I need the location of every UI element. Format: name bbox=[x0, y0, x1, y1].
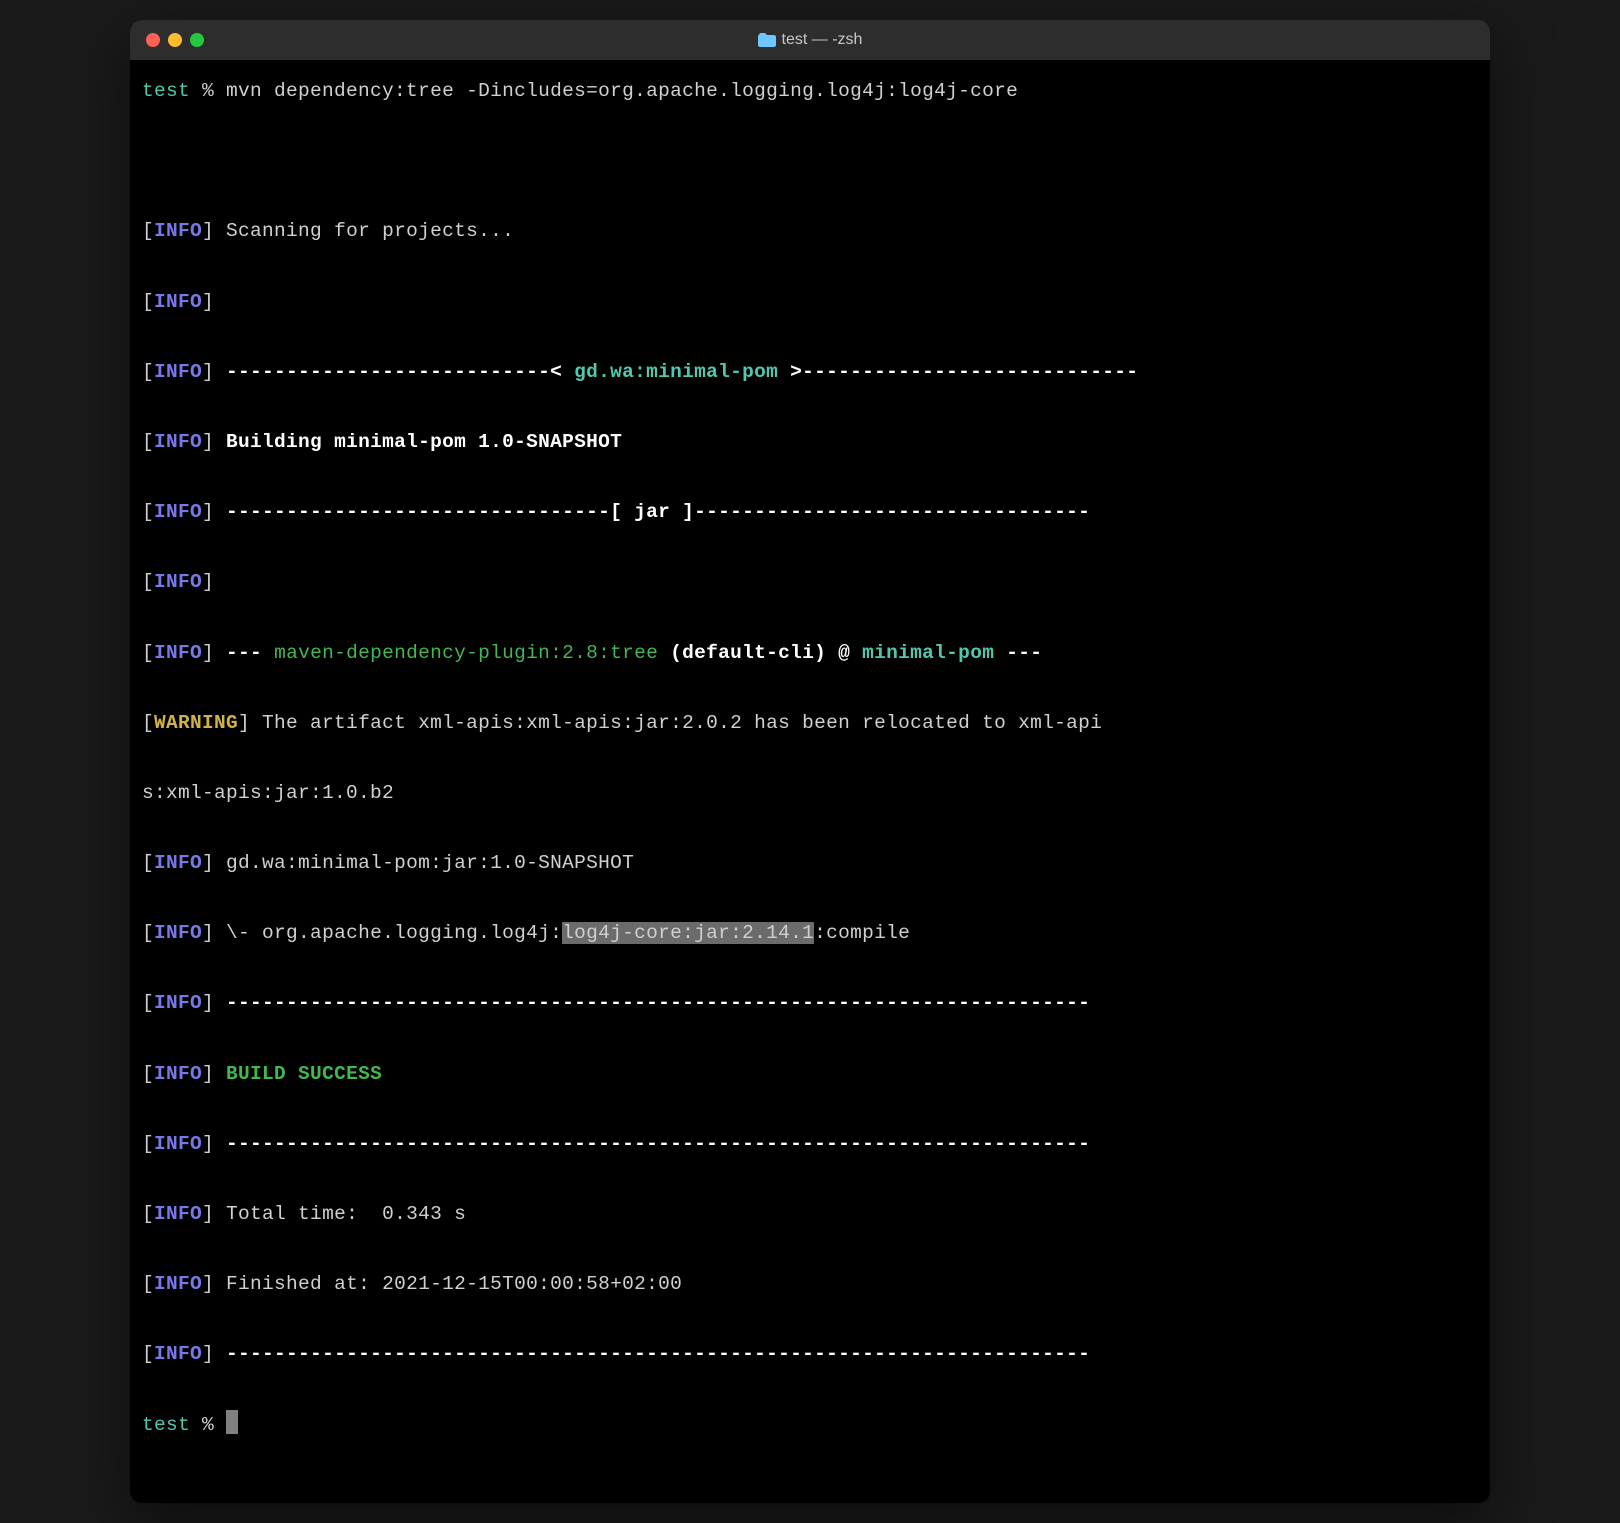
info-line: [INFO] ---------------------------------… bbox=[142, 1337, 1478, 1372]
plugin-pre: --- bbox=[214, 642, 274, 664]
info-line: [INFO] Scanning for projects... bbox=[142, 214, 1478, 249]
jar-line: --------------------------------[ jar ]-… bbox=[214, 501, 1090, 523]
info-tag: INFO bbox=[154, 1343, 202, 1365]
folder-icon bbox=[758, 33, 776, 47]
traffic-lights bbox=[146, 33, 204, 47]
artifact-text: gd.wa:minimal-pom:jar:1.0-SNAPSHOT bbox=[214, 852, 634, 874]
plugin-post: --- bbox=[994, 642, 1042, 664]
info-tag: INFO bbox=[154, 1273, 202, 1295]
info-line: [INFO] ---------------------------< gd.w… bbox=[142, 355, 1478, 390]
minimize-button[interactable] bbox=[168, 33, 182, 47]
plugin-project: minimal-pom bbox=[862, 642, 994, 664]
prompt-marker: % bbox=[190, 1414, 226, 1436]
prompt-dir: test bbox=[142, 80, 190, 102]
info-line: [INFO] BUILD SUCCESS bbox=[142, 1057, 1478, 1092]
dashes: ----------------------------------------… bbox=[214, 1133, 1090, 1155]
warning-text: The artifact xml-apis:xml-apis:jar:2.0.2… bbox=[250, 712, 1102, 734]
total-time: Total time: 0.343 s bbox=[214, 1203, 466, 1225]
warning-cont-text: s:xml-apis:jar:1.0.b2 bbox=[142, 782, 394, 804]
building-text: Building minimal-pom 1.0-SNAPSHOT bbox=[214, 431, 622, 453]
info-tag: INFO bbox=[154, 361, 202, 383]
info-tag: INFO bbox=[154, 1203, 202, 1225]
terminal-window: test — -zsh test % mvn dependency:tree -… bbox=[130, 20, 1490, 1503]
prompt-dir: test bbox=[142, 1414, 190, 1436]
dep-highlighted: log4j-core:jar:2.14.1 bbox=[562, 922, 814, 944]
info-line: [INFO] ---------------------------------… bbox=[142, 986, 1478, 1021]
build-success: BUILD SUCCESS bbox=[214, 1063, 382, 1085]
info-tag: INFO bbox=[154, 431, 202, 453]
warning-line: [WARNING] The artifact xml-apis:xml-apis… bbox=[142, 706, 1478, 741]
command-text: mvn dependency:tree -Dincludes=org.apach… bbox=[226, 80, 1018, 102]
info-line: [INFO] --- maven-dependency-plugin:2.8:t… bbox=[142, 636, 1478, 671]
project-coords: gd.wa:minimal-pom bbox=[574, 361, 778, 383]
blank-line bbox=[142, 144, 1478, 179]
scanning-text: Scanning for projects... bbox=[214, 220, 514, 242]
info-tag: INFO bbox=[154, 1133, 202, 1155]
prompt-marker: % bbox=[190, 80, 226, 102]
info-tag: INFO bbox=[154, 642, 202, 664]
plugin-at: @ bbox=[826, 642, 862, 664]
info-line: [INFO] Total time: 0.343 s bbox=[142, 1197, 1478, 1232]
info-tag: INFO bbox=[154, 852, 202, 874]
dep-post: :compile bbox=[814, 922, 910, 944]
warning-tag: WARNING bbox=[154, 712, 238, 734]
info-line: [INFO] ---------------------------------… bbox=[142, 1127, 1478, 1162]
info-line: [INFO] Finished at: 2021-12-15T00:00:58+… bbox=[142, 1267, 1478, 1302]
info-line: [INFO] bbox=[142, 565, 1478, 600]
info-line: [INFO] \- org.apache.logging.log4j:log4j… bbox=[142, 916, 1478, 951]
info-tag: INFO bbox=[154, 1063, 202, 1085]
dash-segment: ---------------------------< bbox=[214, 361, 574, 383]
warning-continuation: s:xml-apis:jar:1.0.b2 bbox=[142, 776, 1478, 811]
info-tag: INFO bbox=[154, 501, 202, 523]
plugin-goal: (default-cli) bbox=[658, 642, 826, 664]
finished-at: Finished at: 2021-12-15T00:00:58+02:00 bbox=[214, 1273, 682, 1295]
prompt-line[interactable]: test % mvn dependency:tree -Dincludes=or… bbox=[142, 74, 1478, 109]
title-bar-title: test — -zsh bbox=[146, 31, 1474, 49]
info-line: [INFO] Building minimal-pom 1.0-SNAPSHOT bbox=[142, 425, 1478, 460]
dash-segment: >---------------------------- bbox=[778, 361, 1138, 383]
info-tag: INFO bbox=[154, 571, 202, 593]
info-line: [INFO] bbox=[142, 285, 1478, 320]
info-tag: INFO bbox=[154, 992, 202, 1014]
maximize-button[interactable] bbox=[190, 33, 204, 47]
window-title: test — -zsh bbox=[782, 31, 863, 49]
cursor-icon bbox=[226, 1410, 238, 1434]
info-line: [INFO] gd.wa:minimal-pom:jar:1.0-SNAPSHO… bbox=[142, 846, 1478, 881]
plugin-name: maven-dependency-plugin:2.8:tree bbox=[274, 642, 658, 664]
title-bar: test — -zsh bbox=[130, 20, 1490, 60]
dep-pre: \- org.apache.logging.log4j: bbox=[214, 922, 562, 944]
close-button[interactable] bbox=[146, 33, 160, 47]
info-tag: INFO bbox=[154, 922, 202, 944]
terminal-body[interactable]: test % mvn dependency:tree -Dincludes=or… bbox=[130, 60, 1490, 1503]
info-tag: INFO bbox=[154, 291, 202, 313]
dashes: ----------------------------------------… bbox=[214, 992, 1090, 1014]
prompt-line[interactable]: test % bbox=[142, 1408, 1478, 1443]
info-tag: INFO bbox=[154, 220, 202, 242]
dashes: ----------------------------------------… bbox=[214, 1343, 1090, 1365]
info-line: [INFO] --------------------------------[… bbox=[142, 495, 1478, 530]
